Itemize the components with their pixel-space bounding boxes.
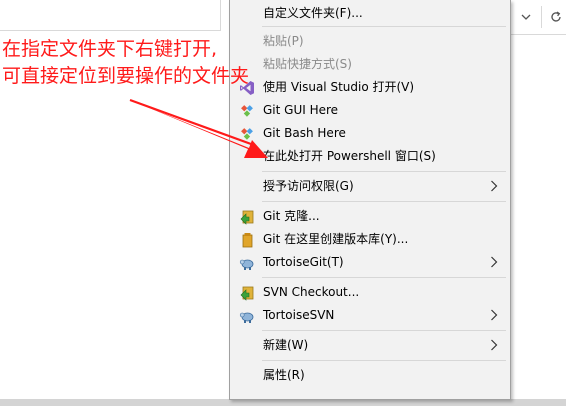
annotation-arrow: [129, 98, 268, 158]
